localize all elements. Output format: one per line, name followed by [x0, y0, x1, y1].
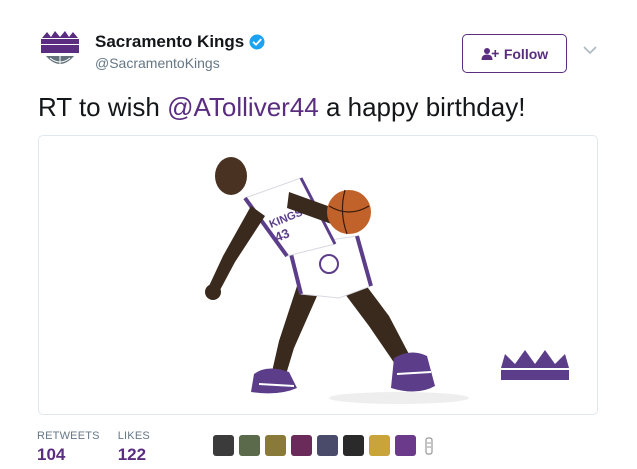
- add-user-icon: [481, 47, 499, 60]
- retweets-label: RETWEETS: [37, 430, 100, 442]
- liker-avatar-5[interactable]: [317, 435, 338, 456]
- follow-button[interactable]: Follow: [462, 34, 567, 73]
- liker-avatar-8[interactable]: [395, 435, 416, 456]
- retweets-stat[interactable]: RETWEETS 104: [37, 430, 100, 465]
- account-name-row: Sacramento Kings: [95, 32, 265, 52]
- liker-avatar-1[interactable]: [213, 435, 234, 456]
- account-display-name[interactable]: Sacramento Kings: [95, 32, 244, 52]
- crown-logo-icon: [501, 350, 569, 380]
- account-avatar[interactable]: [38, 28, 82, 72]
- liker-avatar-2[interactable]: [239, 435, 260, 456]
- likes-stat[interactable]: LIKES 122: [118, 430, 150, 465]
- tweet-text-after: a happy birthday!: [318, 92, 526, 122]
- liker-avatar-4[interactable]: [291, 435, 312, 456]
- tweet-stats: RETWEETS 104 LIKES 122: [37, 430, 150, 465]
- liker-avatar-3[interactable]: [265, 435, 286, 456]
- likes-label: LIKES: [117, 430, 150, 442]
- verified-badge-icon: [249, 34, 265, 50]
- player-photo: KINGS 43: [205, 157, 569, 404]
- more-likers-icon[interactable]: [421, 435, 437, 456]
- chevron-down-icon[interactable]: [582, 44, 598, 56]
- tweet-media-image[interactable]: KINGS 43: [38, 135, 598, 415]
- likes-count: 122: [117, 445, 147, 464]
- account-handle[interactable]: @SacramentoKings: [95, 55, 220, 71]
- tweet-mention-link[interactable]: @ATolliver44: [167, 92, 319, 122]
- tweet-text: RT to wish @ATolliver44 a happy birthday…: [38, 92, 525, 123]
- liker-avatar-7[interactable]: [369, 435, 390, 456]
- liker-avatars: [213, 435, 437, 456]
- retweets-count: 104: [37, 445, 66, 464]
- follow-button-label: Follow: [503, 45, 549, 62]
- tweet-text-before: RT to wish: [38, 92, 168, 122]
- liker-avatar-6[interactable]: [343, 435, 364, 456]
